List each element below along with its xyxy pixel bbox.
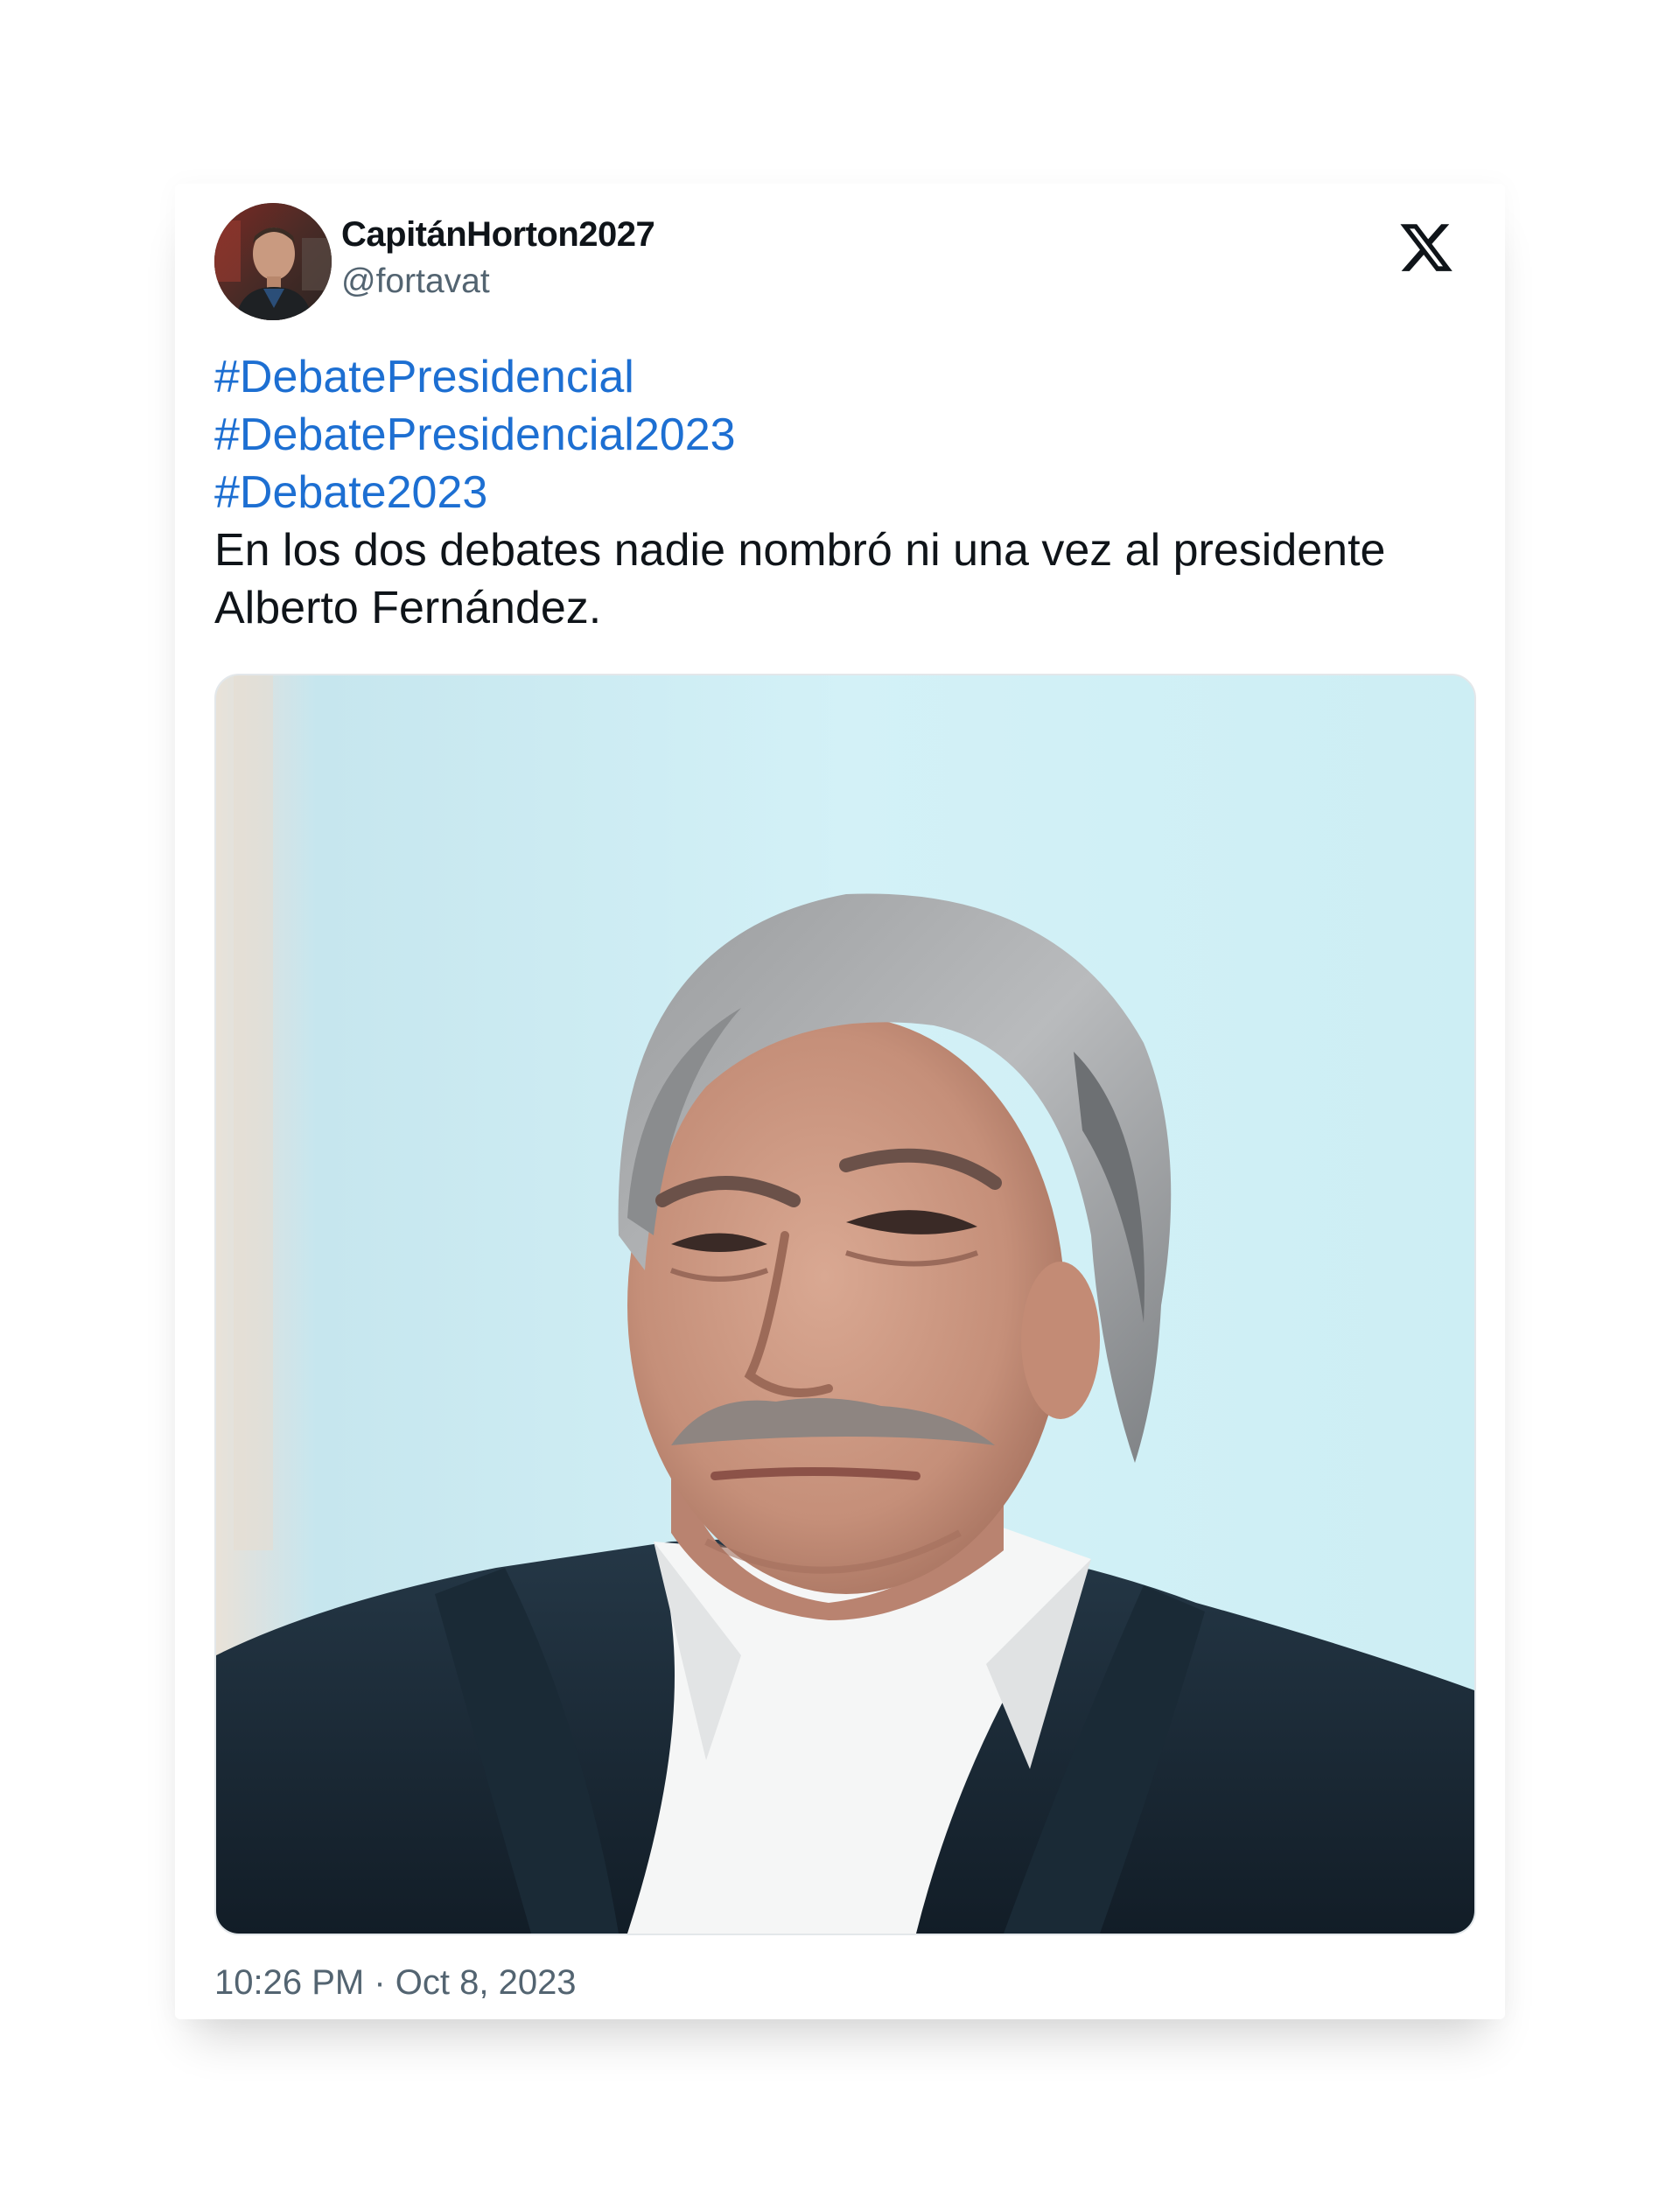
- photo-image: [216, 675, 1474, 1934]
- hashtag-link[interactable]: #DebatePresidencial2023: [214, 406, 1474, 464]
- x-logo-icon[interactable]: [1397, 219, 1455, 276]
- tweet-body-line: En los dos debates nadie nombró ni una v…: [214, 525, 1386, 576]
- tweet-timestamp[interactable]: 10:26 PM · Oct 8, 2023: [214, 1958, 577, 2007]
- author-display-name[interactable]: CapitánHorton2027: [341, 212, 655, 257]
- hashtag-link[interactable]: #DebatePresidencial: [214, 348, 1474, 406]
- tweet-card: CapitánHorton2027 @fortavat #DebatePresi…: [175, 184, 1505, 2019]
- avatar[interactable]: [214, 203, 332, 320]
- avatar-image: [214, 203, 332, 320]
- tweet-text: #DebatePresidencial #DebatePresidencial2…: [214, 348, 1474, 637]
- tweet-photo[interactable]: [214, 674, 1476, 1935]
- author-handle[interactable]: @fortavat: [341, 257, 654, 306]
- author-names: CapitánHorton2027 @fortavat: [341, 212, 655, 306]
- hashtag-link[interactable]: #Debate2023: [214, 464, 1474, 521]
- tweet-header: CapitánHorton2027 @fortavat: [214, 203, 1466, 334]
- tweet-body-line: Alberto Fernández.: [214, 583, 602, 633]
